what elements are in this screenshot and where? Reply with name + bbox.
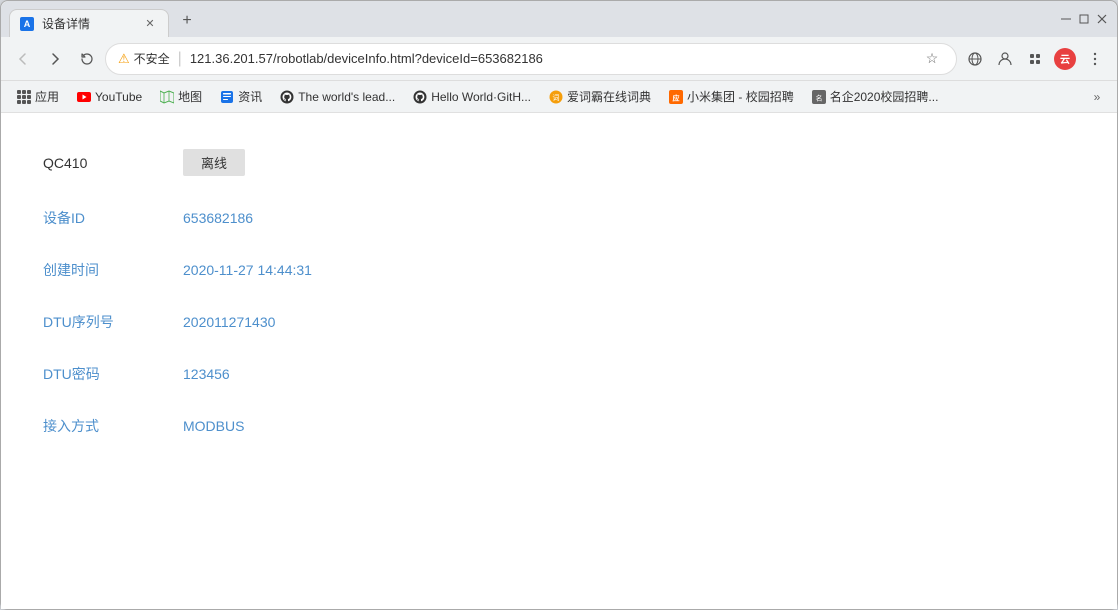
github2-icon [413, 90, 427, 104]
device-field-row: 接入方式 MODBUS [31, 400, 1087, 452]
security-label: 不安全 [134, 50, 170, 67]
field-label-1: 创建时间 [31, 244, 171, 296]
maps-icon [160, 90, 174, 104]
bookmark-github1[interactable]: The world's lead... [272, 88, 403, 106]
profile-button[interactable] [991, 45, 1019, 73]
apps-grid-icon [17, 90, 31, 104]
github-icon [280, 90, 294, 104]
status-button[interactable]: 离线 [183, 149, 245, 176]
translate-button[interactable] [961, 45, 989, 73]
bookmark-github1-label: The world's lead... [298, 90, 395, 104]
restore-button[interactable] [1077, 12, 1091, 26]
browser-window: A 设备详情 ✕ + [0, 0, 1118, 610]
bookmark-dict-label: 爱词霸在线词典 [567, 88, 651, 105]
svg-text:词: 词 [553, 94, 560, 102]
bookmark-github2-label: Hello World·GitH... [431, 90, 531, 104]
bookmark-apps-label: 应用 [35, 88, 59, 105]
bookmark-maps[interactable]: 地图 [152, 86, 210, 107]
news-icon [220, 90, 234, 104]
svg-text:名: 名 [815, 93, 822, 102]
tab-strip: A 设备详情 ✕ + [9, 1, 1059, 37]
url-text: 121.36.201.57/robotlab/deviceInfo.html?d… [190, 51, 912, 66]
address-divider: | [178, 50, 182, 68]
youtube-icon [77, 90, 91, 104]
bookmark-star-button[interactable]: ☆ [920, 47, 944, 71]
toolbar: ⚠ 不安全 | 121.36.201.57/robotlab/deviceInf… [1, 37, 1117, 81]
field-value-4: MODBUS [171, 400, 1087, 452]
reload-button[interactable] [73, 45, 101, 73]
field-value-2: 202011271430 [171, 296, 1087, 348]
back-button[interactable] [9, 45, 37, 73]
dict-icon: 词 [549, 90, 563, 104]
device-field-row: 创建时间 2020-11-27 14:44:31 [31, 244, 1087, 296]
field-label-4: 接入方式 [31, 400, 171, 452]
campus-icon: 名 [812, 90, 826, 104]
tab-favicon: A [20, 17, 34, 31]
warning-icon: ⚠ [118, 51, 130, 67]
menu-button[interactable] [1081, 45, 1109, 73]
address-bar[interactable]: ⚠ 不安全 | 121.36.201.57/robotlab/deviceInf… [105, 43, 957, 75]
active-tab[interactable]: A 设备详情 ✕ [9, 9, 169, 37]
field-label-0: 设备ID [31, 192, 171, 244]
bookmark-maps-label: 地图 [178, 88, 202, 105]
bookmark-campus[interactable]: 名 名企2020校园招聘... [804, 86, 947, 107]
device-field-row: 设备ID 653682186 [31, 192, 1087, 244]
address-actions: ☆ [920, 47, 944, 71]
field-label-3: DTU密码 [31, 348, 171, 400]
device-field-row: DTU序列号 202011271430 [31, 296, 1087, 348]
bookmark-apps[interactable]: 应用 [9, 86, 67, 107]
device-name-label: QC410 [31, 133, 171, 192]
bookmark-xiaomi[interactable]: 应 小米集团 - 校园招聘 [661, 86, 802, 107]
device-field-row: DTU密码 123456 [31, 348, 1087, 400]
field-label-2: DTU序列号 [31, 296, 171, 348]
bookmark-news-label: 资讯 [238, 88, 262, 105]
close-button[interactable] [1095, 12, 1109, 26]
field-value-0: 653682186 [171, 192, 1087, 244]
device-name-row: QC410 离线 [31, 133, 1087, 192]
bookmark-news[interactable]: 资讯 [212, 86, 270, 107]
bookmarks-more-button[interactable]: » [1085, 85, 1109, 109]
security-warning: ⚠ 不安全 [118, 50, 170, 67]
sync-button[interactable]: 云 [1051, 45, 1079, 73]
bookmark-youtube-label: YouTube [95, 90, 142, 104]
field-value-1: 2020-11-27 14:44:31 [171, 244, 1087, 296]
title-bar: A 设备详情 ✕ + [1, 1, 1117, 37]
svg-text:应: 应 [673, 93, 680, 102]
bookmark-xiaomi-label: 小米集团 - 校园招聘 [687, 88, 794, 105]
window-controls [1059, 12, 1109, 26]
extensions-button[interactable] [1021, 45, 1049, 73]
device-status-cell: 离线 [171, 133, 1087, 192]
minimize-button[interactable] [1059, 12, 1073, 26]
new-tab-button[interactable]: + [173, 7, 201, 35]
toolbar-actions: 云 [961, 45, 1109, 73]
bookmarks-bar: 应用 YouTube 地图 资讯 The world's lead... [1, 81, 1117, 113]
tab-close-button[interactable]: ✕ [142, 16, 158, 32]
forward-button[interactable] [41, 45, 69, 73]
bookmark-github2[interactable]: Hello World·GitH... [405, 88, 539, 106]
device-info-table: QC410 离线 设备ID 653682186 创建时间 2020-11-27 … [31, 133, 1087, 452]
bookmark-campus-label: 名企2020校园招聘... [830, 88, 939, 105]
bookmark-youtube[interactable]: YouTube [69, 88, 150, 106]
tab-title: 设备详情 [42, 15, 134, 32]
page-content: QC410 离线 设备ID 653682186 创建时间 2020-11-27 … [1, 113, 1117, 609]
bookmark-dict[interactable]: 词 爱词霸在线词典 [541, 86, 659, 107]
xiaomi-icon: 应 [669, 90, 683, 104]
field-value-3: 123456 [171, 348, 1087, 400]
